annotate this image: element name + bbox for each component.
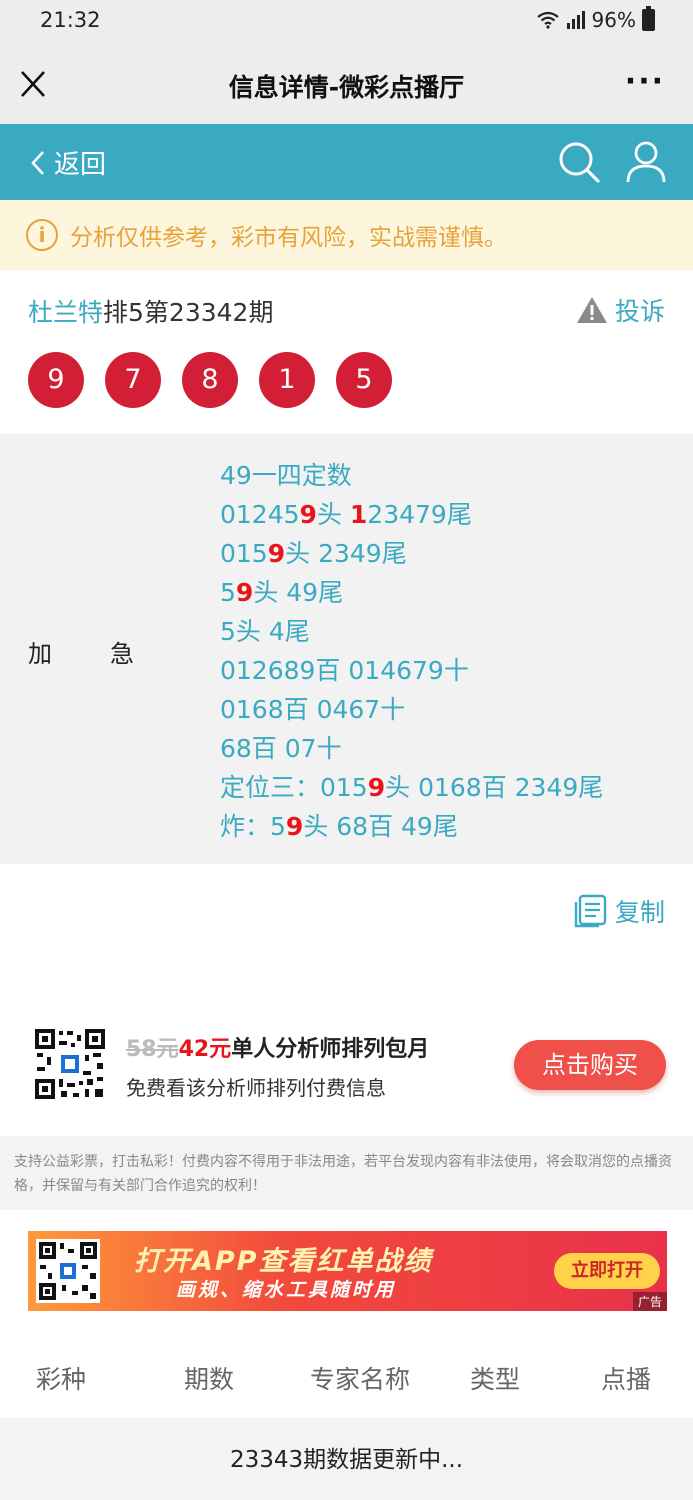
analysis-content: 加急 49一四定数 012459头 123479尾 0159头 2349尾 59头 4… — [0, 434, 693, 864]
status-indicators: 96% — [536, 6, 655, 32]
chevron-left-icon — [31, 150, 44, 175]
complain-label: 投诉 — [614, 297, 665, 326]
back-label: 返回 — [54, 150, 107, 180]
highlight-digit: 9 — [235, 578, 254, 607]
subscription-desc: 免费看该分析师排列付费信息 — [126, 1076, 386, 1100]
label-char: 加 — [28, 640, 52, 668]
analysis-line: 0168百 0467十 — [220, 690, 603, 729]
copy-label: 复制 — [614, 898, 665, 927]
analysis-text: 头 2349尾 — [285, 539, 407, 568]
analysis-text: 头 — [316, 500, 350, 529]
table-header: 彩种 期数 专家名称 类型 点播 — [0, 1340, 693, 1410]
battery-icon — [642, 6, 655, 31]
subscription-plan: 单人分析师排列包月 — [231, 1037, 430, 1062]
highlight-digit: 1 — [349, 500, 368, 529]
open-app-button[interactable]: 立即打开 — [554, 1253, 660, 1289]
analysis-line: 定位三：0159头 0168百 2349尾 — [220, 768, 603, 807]
column-header-expert: 专家名称 — [310, 1365, 411, 1394]
buy-button[interactable]: 点击购买 — [514, 1040, 666, 1090]
analysis-line: 59头 49尾 — [220, 573, 603, 612]
title-bar: 信息详情-微彩点播厅 ··· — [0, 44, 693, 124]
analysis-text: 5头 4尾 — [220, 617, 310, 646]
analysis-text: 头 0168百 2349尾 — [385, 773, 604, 802]
column-header-play: 点播 — [601, 1365, 652, 1394]
subscription-title: 58元42元单人分析师排列包月 — [126, 1031, 429, 1063]
analysis-line: 68百 07十 — [220, 729, 603, 768]
page-title: 信息详情-微彩点播厅 — [228, 73, 465, 102]
column-header-type: 类型 — [470, 1365, 521, 1394]
column-header-lottery: 彩种 — [36, 1365, 87, 1394]
label-char: 急 — [110, 640, 134, 668]
expert-name-link[interactable]: 杜兰特 — [28, 298, 103, 327]
analysis-line: 012459头 123479尾 — [220, 495, 603, 534]
analysis-text: 49一四定数 — [220, 461, 352, 490]
column-header-issue: 期数 — [184, 1365, 235, 1394]
warning-triangle-icon — [576, 297, 607, 323]
content-label: 加急 — [28, 634, 134, 669]
analysis-text: 23479尾 — [367, 500, 472, 529]
banner-subline: 画规、缩水工具随时用 — [176, 1279, 397, 1301]
qr-code-icon — [33, 1027, 107, 1101]
discount-price: 42元 — [178, 1037, 232, 1062]
more-menu-icon[interactable]: ··· — [625, 64, 665, 99]
copy-button[interactable]: 复制 — [573, 893, 665, 929]
highlight-digit: 9 — [367, 773, 386, 802]
analysis-text: 01245 — [220, 500, 300, 529]
status-time: 21:32 — [40, 8, 101, 32]
battery-percent: 96% — [591, 8, 636, 32]
risk-warning: i 分析仅供参考，彩市有风险，实战需谨慎。 — [0, 200, 693, 270]
analysis-text: 头 68百 49尾 — [303, 812, 458, 841]
app-banner-ad[interactable]: 打开APP查看红单战绩 画规、缩水工具随时用 立即打开 广告 — [28, 1231, 667, 1311]
banner-headline: 打开APP查看红单战绩 — [134, 1246, 433, 1277]
analysis-line: 炸：59头 68百 49尾 — [220, 807, 603, 846]
back-button[interactable]: 返回 — [28, 144, 106, 181]
number-ball: 8 — [182, 352, 238, 408]
disclaimer-text: 支持公益彩票，打击私彩！付费内容不得用于非法用途，若平台发现内容有非法使用，将会… — [0, 1136, 693, 1210]
info-icon: i — [26, 219, 58, 251]
analysis-line: 0159头 2349尾 — [220, 534, 603, 573]
number-ball: 5 — [336, 352, 392, 408]
user-icon[interactable] — [625, 140, 667, 184]
winning-numbers: 9 7 8 1 5 — [28, 352, 392, 408]
issue-title: 杜兰特排5第23342期 — [28, 293, 273, 329]
search-icon[interactable] — [557, 140, 601, 184]
number-ball: 9 — [28, 352, 84, 408]
warning-text: 分析仅供参考，彩市有风险，实战需谨慎。 — [70, 225, 507, 251]
original-price: 58元 — [126, 1037, 179, 1062]
status-bar: 21:32 96% — [0, 0, 693, 44]
issue-desc: 排5第23342期 — [103, 298, 274, 327]
analysis-line: 5头 4尾 — [220, 612, 603, 651]
analysis-text: 015 — [220, 539, 268, 568]
update-status-row: 23343期数据更新中... — [0, 1418, 693, 1500]
analysis-text: 012689百 014679十 — [220, 656, 469, 685]
number-ball: 1 — [259, 352, 315, 408]
signal-icon — [566, 11, 585, 29]
wifi-icon — [536, 11, 559, 29]
analysis-text: 68百 07十 — [220, 734, 342, 763]
highlight-digit: 9 — [267, 539, 286, 568]
app-nav-bar: 返回 — [0, 124, 693, 200]
complain-button[interactable]: 投诉 — [575, 292, 665, 328]
analysis-line: 012689百 014679十 — [220, 651, 603, 690]
analysis-text: 炸：5 — [220, 812, 286, 841]
highlight-digit: 9 — [299, 500, 317, 529]
analysis-lines: 49一四定数 012459头 123479尾 0159头 2349尾 59头 49尾 5… — [220, 456, 603, 846]
analysis-line: 49一四定数 — [220, 456, 603, 495]
analysis-text: 头 49尾 — [253, 578, 344, 607]
number-ball: 7 — [105, 352, 161, 408]
analysis-text: 0168百 0467十 — [220, 695, 406, 724]
analysis-text: 定位三：015 — [220, 773, 368, 802]
highlight-digit: 9 — [285, 812, 304, 841]
qr-code-icon — [36, 1239, 100, 1303]
analysis-text: 5 — [220, 578, 236, 607]
copy-icon — [574, 894, 607, 928]
ad-badge: 广告 — [632, 1292, 667, 1311]
